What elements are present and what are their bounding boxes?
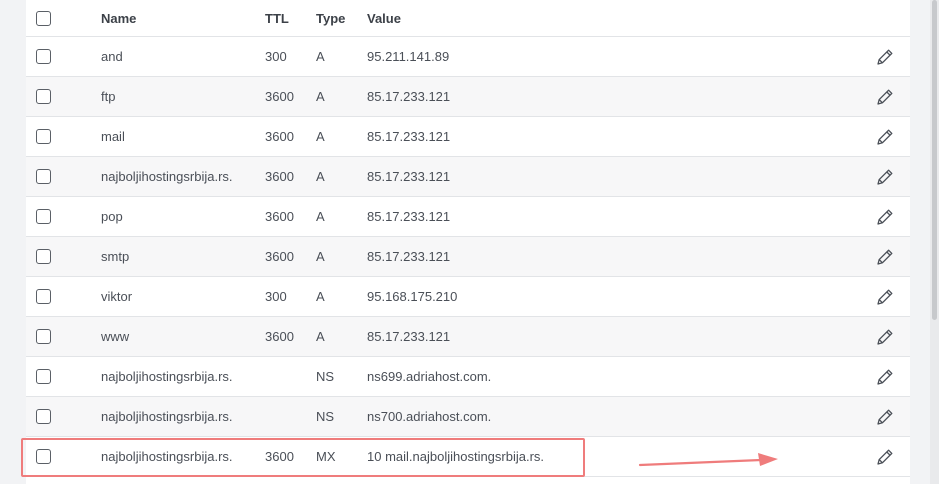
header-name[interactable]: Name (101, 0, 136, 36)
table-row: ftp 3600 A 85.17.233.121 (26, 77, 910, 117)
record-value: 85.17.233.121 (367, 169, 451, 184)
row-checkbox[interactable] (36, 209, 51, 224)
header-type[interactable]: Type (316, 0, 345, 36)
record-type: A (316, 89, 325, 104)
record-ttl: 3600 (265, 329, 294, 344)
record-name: najboljihostingsrbija.rs. (101, 449, 233, 464)
record-name: and (101, 49, 123, 64)
row-checkbox-cell[interactable] (36, 237, 51, 276)
record-name: viktor (101, 289, 133, 304)
record-ttl: 3600 (265, 249, 294, 264)
record-type: A (316, 209, 325, 224)
pencil-icon[interactable] (875, 357, 895, 396)
record-value: ns699.adriahost.com. (367, 369, 492, 384)
record-name: mail (101, 129, 125, 144)
row-checkbox[interactable] (36, 449, 51, 464)
pencil-icon[interactable] (875, 277, 895, 316)
table-row: najboljihostingsrbija.rs. 3600 A 85.17.2… (26, 157, 910, 197)
record-type: A (316, 329, 325, 344)
record-value: ns700.adriahost.com. (367, 409, 492, 424)
pencil-icon[interactable] (875, 77, 895, 116)
record-ttl: 3600 (265, 449, 294, 464)
pencil-icon[interactable] (875, 117, 895, 156)
record-name: najboljihostingsrbija.rs. (101, 169, 233, 184)
record-type: A (316, 249, 325, 264)
record-type: NS (316, 409, 335, 424)
row-checkbox[interactable] (36, 409, 51, 424)
select-all-checkbox-cell[interactable] (36, 0, 51, 36)
table-row: viktor 300 A 95.168.175.210 (26, 277, 910, 317)
pencil-icon[interactable] (875, 317, 895, 356)
pencil-icon[interactable] (875, 397, 895, 436)
pencil-icon[interactable] (875, 197, 895, 236)
table-row: mail 3600 A 85.17.233.121 (26, 117, 910, 157)
row-checkbox[interactable] (36, 369, 51, 384)
row-checkbox-cell[interactable] (36, 357, 51, 396)
record-name: najboljihostingsrbija.rs. (101, 409, 233, 424)
table-row: smtp 3600 A 85.17.233.121 (26, 237, 910, 277)
select-all-checkbox[interactable] (36, 10, 51, 26)
record-value: 85.17.233.121 (367, 89, 451, 104)
record-value: 10 mail.najboljihostingsrbija.rs. (367, 449, 545, 464)
record-name: smtp (101, 249, 130, 264)
record-type: A (316, 129, 325, 144)
row-checkbox-cell[interactable] (36, 37, 51, 76)
record-ttl: 300 (265, 289, 287, 304)
row-checkbox[interactable] (36, 249, 51, 264)
pencil-icon[interactable] (875, 237, 895, 276)
pencil-icon[interactable] (875, 37, 895, 76)
row-checkbox[interactable] (36, 169, 51, 184)
row-checkbox-cell[interactable] (36, 277, 51, 316)
header-value[interactable]: Value (367, 0, 401, 36)
row-checkbox-cell[interactable] (36, 317, 51, 356)
header-ttl[interactable]: TTL (265, 0, 289, 36)
table-row: www 3600 A 85.17.233.121 (26, 317, 910, 357)
table-row: najboljihostingsrbija.rs. 3600 MX 10 mai… (26, 437, 910, 477)
record-name: www (101, 329, 130, 344)
record-type: A (316, 169, 325, 184)
record-value: 85.17.233.121 (367, 249, 451, 264)
row-checkbox-cell[interactable] (36, 437, 51, 476)
table-row: and 300 A 95.211.141.89 (26, 37, 910, 77)
row-checkbox-cell[interactable] (36, 157, 51, 196)
record-value: 85.17.233.121 (367, 129, 451, 144)
row-checkbox-cell[interactable] (36, 77, 51, 116)
record-name: pop (101, 209, 123, 224)
record-type: MX (316, 449, 336, 464)
record-ttl: 300 (265, 49, 287, 64)
record-value: 95.211.141.89 (367, 49, 450, 64)
row-checkbox-cell[interactable] (36, 197, 51, 236)
record-type: A (316, 49, 325, 64)
record-name: ftp (101, 89, 116, 104)
record-type: A (316, 289, 325, 304)
table-row: najboljihostingsrbija.rs. NS ns700.adria… (26, 397, 910, 437)
row-checkbox[interactable] (36, 289, 51, 304)
table-header: Name TTL Type Value (26, 0, 910, 37)
table-row: pop 3600 A 85.17.233.121 (26, 197, 910, 237)
record-type: NS (316, 369, 335, 384)
scrollbar-thumb[interactable] (932, 0, 937, 320)
pencil-icon[interactable] (875, 437, 895, 476)
row-checkbox[interactable] (36, 129, 51, 144)
record-value: 95.168.175.210 (367, 289, 458, 304)
record-name: najboljihostingsrbija.rs. (101, 369, 233, 384)
row-checkbox[interactable] (36, 49, 51, 64)
row-checkbox-cell[interactable] (36, 117, 51, 156)
record-value: 85.17.233.121 (367, 209, 451, 224)
record-ttl: 3600 (265, 209, 294, 224)
row-checkbox[interactable] (36, 89, 51, 104)
table-row: najboljihostingsrbija.rs. NS ns699.adria… (26, 357, 910, 397)
pencil-icon[interactable] (875, 157, 895, 196)
record-value: 85.17.233.121 (367, 329, 451, 344)
record-ttl: 3600 (265, 129, 294, 144)
row-checkbox-cell[interactable] (36, 397, 51, 436)
row-checkbox[interactable] (36, 329, 51, 344)
record-ttl: 3600 (265, 89, 294, 104)
record-ttl: 3600 (265, 169, 294, 184)
